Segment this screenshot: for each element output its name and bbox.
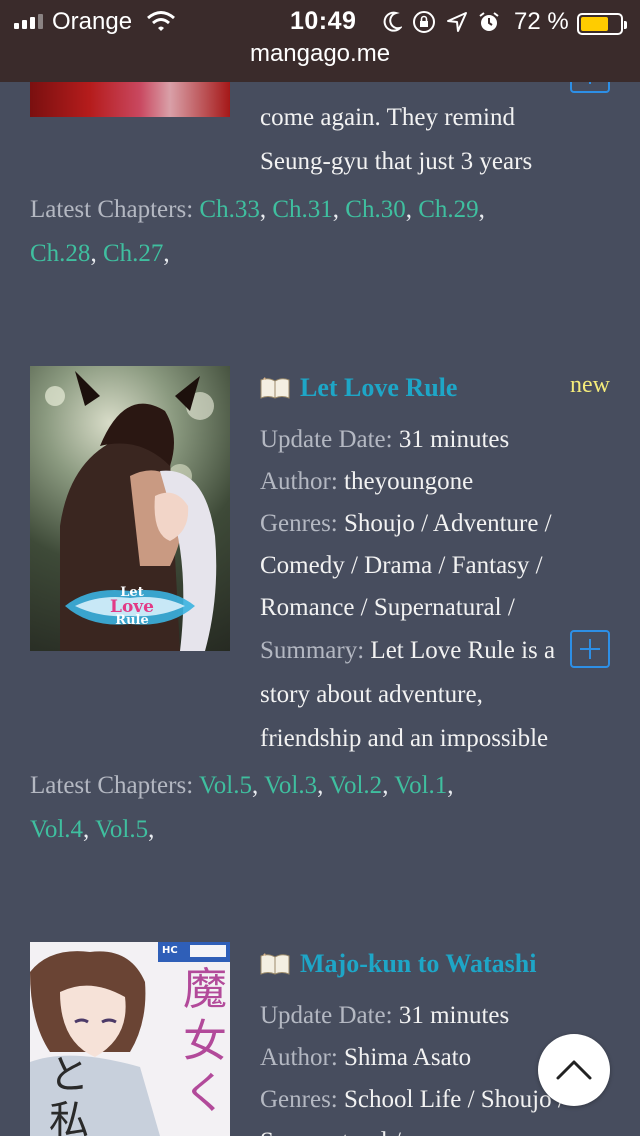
manga-summary: come again. They remind Seung-gyu that j… bbox=[260, 96, 620, 184]
signal-icon bbox=[14, 14, 43, 29]
manga-cover[interactable]: Let Love Rule bbox=[30, 366, 230, 651]
update-date-value: 31 minutes bbox=[398, 426, 510, 453]
cover-title-glyph: 私 bbox=[49, 1098, 89, 1136]
battery-fill bbox=[581, 17, 609, 31]
update-date-label: Update Date: bbox=[260, 1002, 393, 1029]
separator: , bbox=[382, 772, 389, 799]
url-bar[interactable]: mangago.me bbox=[0, 40, 640, 68]
chapter-link[interactable]: Vol.1 bbox=[394, 772, 447, 799]
chapter-link[interactable]: Ch.31 bbox=[272, 196, 332, 223]
author-label: Author: bbox=[260, 1044, 338, 1071]
alarm-icon bbox=[478, 11, 500, 38]
book-icon bbox=[260, 377, 290, 399]
latest-chapters: Latest Chapters: Vol.5, Vol.3, Vol.2, Vo… bbox=[30, 764, 630, 852]
separator: , bbox=[478, 196, 485, 223]
rotation-lock-icon bbox=[412, 10, 436, 39]
title-row: Majo-kun to Watashi bbox=[260, 942, 620, 986]
separator: , bbox=[90, 240, 97, 267]
status-bar: Orange 10:49 72 % bbox=[0, 4, 640, 40]
genres-line: Comedy / Drama / Fantasy / bbox=[260, 552, 543, 579]
separator: , bbox=[252, 772, 259, 799]
cover-publisher-badge: HC bbox=[162, 945, 178, 956]
cover-title-glyph: く bbox=[183, 1068, 227, 1119]
title-row: Let Love Rule bbox=[260, 366, 620, 410]
summary-label: Summary: bbox=[260, 637, 365, 664]
cover-logo: Let Love Rule bbox=[92, 586, 172, 628]
update-date: Update Date: 31 minutes bbox=[260, 419, 620, 461]
summary-line: Seung-gyu that just 3 years bbox=[260, 148, 533, 175]
summary-line: friendship and an impossible bbox=[260, 725, 549, 752]
cover-title-glyph: 魔 bbox=[183, 964, 227, 1015]
genres-line: Romance / Supernatural / bbox=[260, 594, 515, 621]
chapter-link[interactable]: Ch.30 bbox=[345, 196, 405, 223]
author-label: Author: bbox=[260, 468, 338, 495]
chevron-up-icon bbox=[556, 1060, 592, 1080]
wifi-icon bbox=[146, 10, 176, 37]
genres-line: School Life / Shoujo / bbox=[344, 1086, 565, 1113]
author-link[interactable]: Shima Asato bbox=[344, 1044, 471, 1071]
chapter-link[interactable]: Ch.29 bbox=[418, 196, 478, 223]
cover-title-glyph: 女 bbox=[183, 1016, 227, 1067]
summary-line: story about adventure, bbox=[260, 681, 483, 708]
battery-percent: 72 % bbox=[514, 8, 569, 35]
cover-logo-text: Love bbox=[110, 597, 154, 617]
status-time: 10:49 bbox=[290, 7, 357, 35]
update-date-value: 31 minutes bbox=[398, 1002, 510, 1029]
genres: Genres: Shoujo / Adventure / bbox=[260, 503, 620, 545]
genres-line: Supernatural / bbox=[260, 1121, 620, 1136]
genres-line: Shoujo / Adventure / bbox=[344, 510, 552, 537]
manga-list: come again. They remind Seung-gyu that j… bbox=[0, 0, 640, 1136]
chapter-link[interactable]: Vol.2 bbox=[329, 772, 382, 799]
separator: , bbox=[259, 196, 267, 223]
new-badge: new bbox=[570, 372, 610, 398]
summary: Summary: Let Love Rule is a bbox=[260, 629, 620, 673]
browser-top-bar: Orange 10:49 72 % mangago.me bbox=[0, 0, 640, 82]
genres-label: Genres: bbox=[260, 510, 338, 537]
scroll-to-top-button[interactable] bbox=[538, 1034, 610, 1106]
manga-cover[interactable]: HC 魔 女 く と 私 bbox=[30, 942, 230, 1136]
add-to-list-button[interactable] bbox=[570, 630, 610, 668]
separator: , bbox=[163, 240, 170, 267]
latest-chapters-label: Latest Chapters: bbox=[30, 772, 194, 799]
battery-icon bbox=[577, 13, 627, 35]
cover-title-glyph: と bbox=[49, 1052, 89, 1098]
chapter-link[interactable]: Vol.5 bbox=[199, 772, 252, 799]
cover-logo-text: Rule bbox=[115, 613, 149, 628]
manga-title-link[interactable]: Majo-kun to Watashi bbox=[300, 949, 536, 979]
separator: , bbox=[148, 816, 155, 843]
chapter-link[interactable]: Vol.3 bbox=[264, 772, 317, 799]
summary-line: Let Love Rule is a bbox=[370, 637, 556, 664]
chapter-link[interactable]: Ch.27 bbox=[103, 240, 163, 267]
author: Author: theyoungone bbox=[260, 461, 620, 503]
separator: , bbox=[332, 196, 340, 223]
chapter-link[interactable]: Ch.28 bbox=[30, 240, 90, 267]
status-icons bbox=[382, 10, 500, 39]
book-icon bbox=[260, 953, 290, 975]
cover-title-glyphs: 魔 女 く bbox=[180, 964, 230, 1120]
latest-chapters-label: Latest Chapters: bbox=[30, 196, 194, 223]
summary-line: come again. They remind bbox=[260, 104, 516, 131]
latest-chapters: Latest Chapters: Ch.33, Ch.31, Ch.30, Ch… bbox=[30, 188, 630, 276]
separator: , bbox=[447, 772, 454, 799]
separator: , bbox=[317, 772, 324, 799]
separator: , bbox=[83, 816, 90, 843]
chapter-link[interactable]: Vol.5 bbox=[95, 816, 148, 843]
cover-title-glyphs: と 私 bbox=[44, 1052, 94, 1136]
separator: , bbox=[405, 196, 412, 223]
location-arrow-icon bbox=[446, 11, 468, 38]
manga-info: Let Love Rule new Update Date: 31 minute… bbox=[260, 366, 620, 761]
chapter-link[interactable]: Ch.33 bbox=[199, 196, 259, 223]
update-date-label: Update Date: bbox=[260, 426, 393, 453]
manga-title-link[interactable]: Let Love Rule bbox=[300, 373, 457, 403]
moon-icon bbox=[382, 11, 404, 38]
author-link[interactable]: theyoungone bbox=[344, 468, 473, 495]
carrier-name: Orange bbox=[52, 8, 133, 35]
genres-label: Genres: bbox=[260, 1086, 338, 1113]
chapter-link[interactable]: Vol.4 bbox=[30, 816, 83, 843]
update-date: Update Date: 31 minutes bbox=[260, 995, 620, 1037]
